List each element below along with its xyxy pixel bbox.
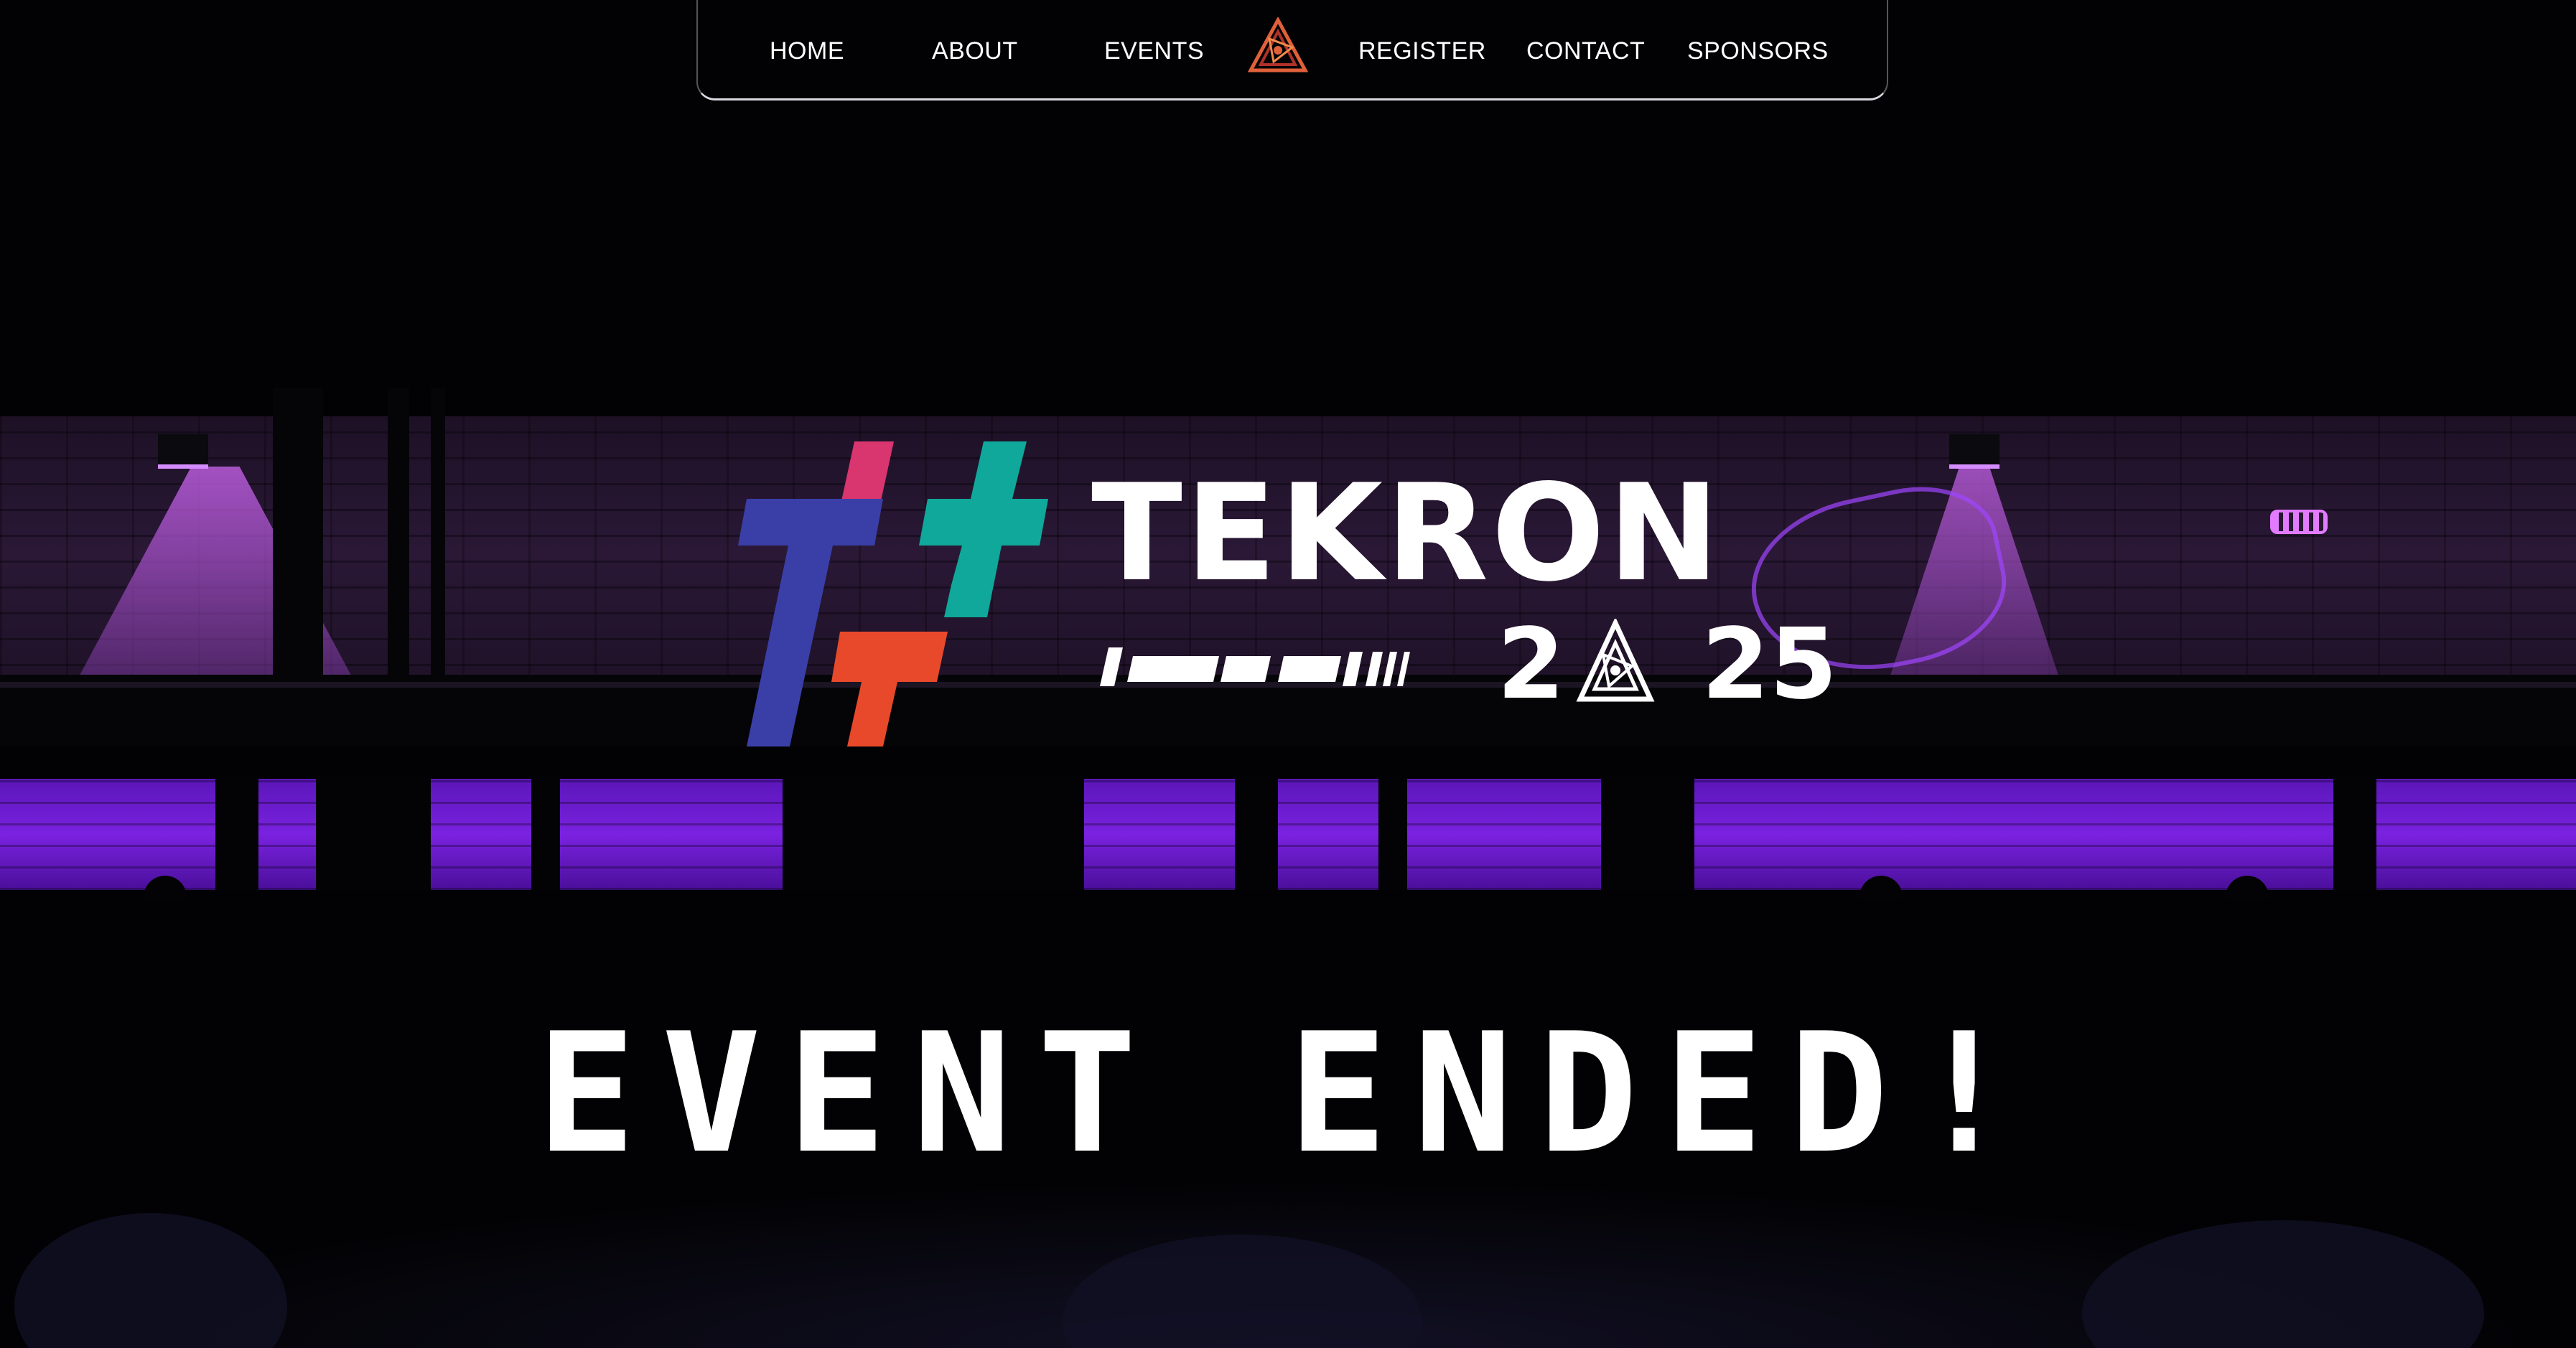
nav-events-link[interactable]: EVENTS [1104, 37, 1204, 65]
pillar [431, 388, 445, 689]
nav-register-link[interactable]: REGISTER [1358, 37, 1486, 65]
pillar [273, 388, 323, 689]
post [531, 775, 560, 894]
nav-home-link[interactable]: HOME [770, 37, 844, 65]
lamp-right-icon [1949, 434, 1999, 469]
nav-sponsors-link[interactable]: SPONSORS [1687, 37, 1829, 65]
post [1378, 775, 1407, 894]
hero-title: TEKRON [1091, 455, 1723, 611]
lower-floor [0, 890, 2576, 947]
event-status-headline: EVENT ENDED! [536, 998, 2040, 1190]
triangle-emblem-icon[interactable] [1248, 17, 1308, 75]
post [1235, 775, 1278, 894]
post [2333, 775, 2376, 894]
pillar [388, 388, 409, 689]
battery-sign-icon [2270, 510, 2328, 534]
year-triangle-emblem-icon [1576, 619, 1655, 702]
post [1601, 775, 1694, 894]
hero-year-last-digits: 25 [1702, 608, 1838, 721]
nav-contact-link[interactable]: CONTACT [1526, 37, 1645, 65]
speed-stripes-decoration [1100, 647, 1410, 686]
nav-about-link[interactable]: ABOUT [932, 37, 1018, 65]
lamp-left-icon [158, 434, 208, 469]
post [215, 775, 258, 894]
hero-year-first-digit: 2 [1497, 608, 1565, 721]
page: HOME ABOUT EVENTS REGISTER CONTACT SPONS… [0, 0, 2576, 1348]
post [316, 775, 431, 894]
post [783, 775, 1084, 894]
